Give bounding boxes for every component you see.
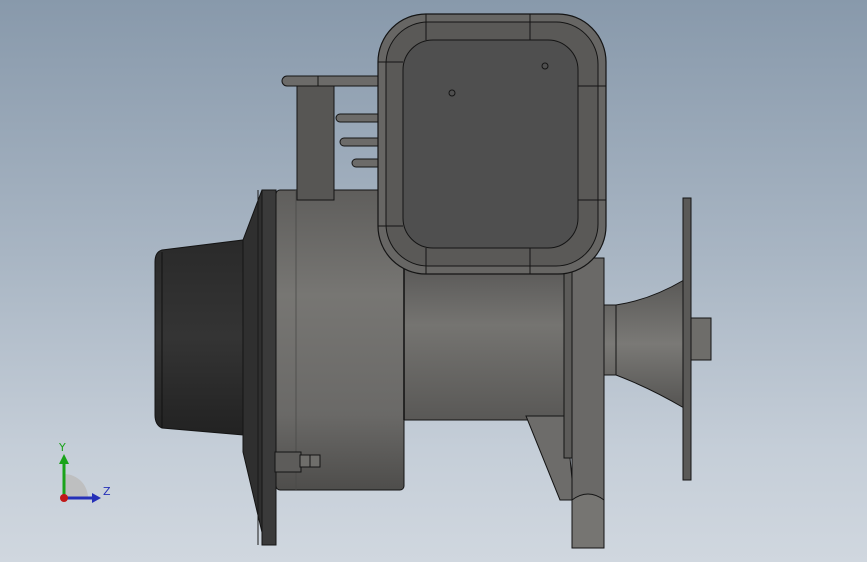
solenoid-connector[interactable] [377,13,607,275]
y-axis-label: Y [59,441,66,454]
end-plate[interactable] [563,257,605,549]
front-nose-cone[interactable] [154,239,244,436]
cad-viewport[interactable]: Y Z [0,0,867,562]
axis-triad[interactable]: Y Z [50,440,120,510]
y-axis-arrow [59,454,69,464]
triad-quadrant [64,474,88,498]
z-axis-arrow [92,493,101,503]
gear-disc[interactable] [682,197,692,481]
connector-pins[interactable] [335,113,383,168]
origin-dot [60,494,68,502]
pinion-cone[interactable] [603,279,685,409]
drive-housing[interactable] [403,261,577,421]
z-axis-label: Z [103,485,111,498]
shaft-stub[interactable] [690,317,712,361]
mounting-flange[interactable] [242,189,277,546]
starter-motor-model[interactable] [0,0,867,562]
